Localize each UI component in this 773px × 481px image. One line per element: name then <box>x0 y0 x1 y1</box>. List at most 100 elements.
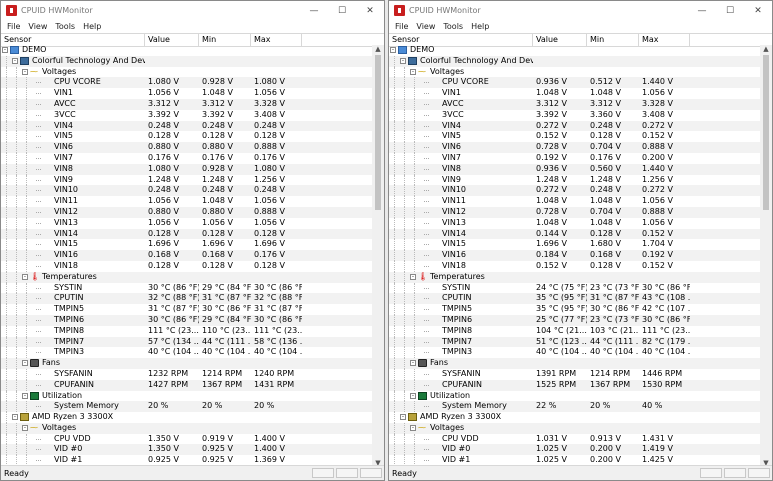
maximize-icon[interactable]: ☐ <box>716 1 744 20</box>
sensor-row[interactable]: VIN4 0.272 V 0.248 V 0.272 V <box>389 120 762 132</box>
menu-file[interactable]: File <box>391 22 412 31</box>
sensor-row[interactable]: TMPIN6 30 °C (86 °F) 29 °C (84 °F) 30 °C (8… <box>1 314 374 326</box>
minimize-icon[interactable]: — <box>300 1 328 20</box>
collapse-toggle-icon[interactable]: - <box>410 424 416 431</box>
sensor-row[interactable]: VIN16 0.184 V 0.168 V 0.192 V <box>389 250 762 261</box>
menu-tools[interactable]: Tools <box>51 22 79 31</box>
sensor-row[interactable]: VID #0 1.350 V 0.925 V 1.400 V <box>1 444 374 456</box>
sensor-row[interactable]: 3VCC 3.392 V 3.360 V 3.408 V <box>389 109 762 121</box>
tree-node[interactable]: - Fans <box>1 358 374 369</box>
collapse-toggle-icon[interactable]: - <box>400 57 406 64</box>
sensor-row[interactable]: VIN7 0.192 V 0.176 V 0.200 V <box>389 152 762 164</box>
menu-help[interactable]: Help <box>79 22 105 31</box>
menu-view[interactable]: View <box>24 22 51 31</box>
tree-node[interactable]: - DEMO <box>389 45 762 56</box>
sensor-row[interactable]: SYSTIN 30 °C (86 °F) 29 °C (84 °F) 30 °C (8… <box>1 282 374 294</box>
menu-file[interactable]: File <box>3 22 24 31</box>
scrollbar-thumb[interactable] <box>375 55 381 210</box>
menu-help[interactable]: Help <box>467 22 493 31</box>
sensor-row[interactable]: VIN10 0.272 V 0.248 V 0.272 V <box>389 185 762 197</box>
sensor-row[interactable]: VIN8 0.936 V 0.560 V 1.440 V <box>389 163 762 175</box>
collapse-toggle-icon[interactable]: - <box>22 392 28 399</box>
collapse-toggle-icon[interactable]: - <box>2 47 8 53</box>
sensor-row[interactable]: VIN7 0.176 V 0.176 V 0.176 V <box>1 152 374 164</box>
sensor-row[interactable]: SYSFANIN 1391 RPM 1214 RPM 1446 RPM <box>389 368 762 380</box>
tree-node[interactable]: - ⁓ Voltages <box>1 66 374 78</box>
tree-node[interactable]: - AMD Ryzen 3 3300X <box>389 412 762 423</box>
sensor-row[interactable]: VIN6 0.728 V 0.704 V 0.888 V <box>389 142 762 153</box>
close-icon[interactable]: ✕ <box>356 1 384 20</box>
sensor-row[interactable]: VIN6 0.880 V 0.880 V 0.888 V <box>1 142 374 153</box>
sensor-row[interactable]: 3VCC 3.392 V 3.392 V 3.408 V <box>1 109 374 121</box>
maximize-icon[interactable]: ☐ <box>328 1 356 20</box>
sensor-row[interactable]: VIN13 1.056 V 1.056 V 1.056 V <box>1 217 374 229</box>
sensor-row[interactable]: AVCC 3.312 V 3.312 V 3.328 V <box>389 98 762 110</box>
menu-view[interactable]: View <box>412 22 439 31</box>
collapse-toggle-icon[interactable]: - <box>400 414 406 421</box>
vertical-scrollbar[interactable]: ▲ ▼ <box>372 45 384 467</box>
sensor-row[interactable]: TMPIN8 104 °C (21... 103 °C (21... 111 °C (… <box>389 325 762 337</box>
minimize-icon[interactable]: — <box>688 1 716 20</box>
tree-node[interactable]: - Colorful Technology And Deve... <box>389 55 762 67</box>
sensor-row[interactable]: VIN5 0.128 V 0.128 V 0.128 V <box>1 131 374 143</box>
menu-tools[interactable]: Tools <box>439 22 467 31</box>
collapse-toggle-icon[interactable]: - <box>410 273 416 280</box>
collapse-toggle-icon[interactable]: - <box>410 360 416 367</box>
sensor-row[interactable]: CPU VCORE 0.936 V 0.512 V 1.440 V <box>389 77 762 89</box>
sensor-row[interactable]: TMPIN7 51 °C (123 ... 44 °C (111 ... 82 °C … <box>389 336 762 348</box>
title-bar[interactable]: CPUID HWMonitor — ☐ ✕ <box>389 1 772 20</box>
sensor-row[interactable]: VIN12 0.880 V 0.880 V 0.888 V <box>1 206 374 218</box>
sensor-row[interactable]: VIN15 1.696 V 1.680 V 1.704 V <box>389 239 762 251</box>
sensor-row[interactable]: CPUFANIN 1427 RPM 1367 RPM 1431 RPM <box>1 379 374 391</box>
sensor-row[interactable]: VID #0 1.025 V 0.200 V 1.419 V <box>389 444 762 456</box>
tree-node[interactable]: - ⁓ Voltages <box>1 422 374 434</box>
sensor-row[interactable]: TMPIN3 40 °C (104 ... 40 °C (104 ... 40 °C … <box>389 347 762 359</box>
sensor-row[interactable]: VIN12 0.728 V 0.704 V 0.888 V <box>389 206 762 218</box>
tree-node[interactable]: - DEMO <box>1 45 374 56</box>
sensor-row[interactable]: SYSFANIN 1232 RPM 1214 RPM 1240 RPM <box>1 368 374 380</box>
tree-node[interactable]: - Utilization <box>389 390 762 402</box>
sensor-row[interactable]: VIN1 1.056 V 1.048 V 1.056 V <box>1 88 374 99</box>
sensor-row[interactable]: VIN18 0.152 V 0.128 V 0.152 V <box>389 260 762 272</box>
tree-node[interactable]: - ⁓ Voltages <box>389 422 762 434</box>
tree-node[interactable]: - 🌡 Temperatures <box>1 271 374 283</box>
collapse-toggle-icon[interactable]: - <box>12 57 18 64</box>
close-icon[interactable]: ✕ <box>744 1 772 20</box>
sensor-row[interactable]: System Memory 20 % 20 % 20 % <box>1 401 374 413</box>
sensor-row[interactable]: TMPIN8 111 °C (23... 110 °C (23... 111 °C (… <box>1 325 374 337</box>
scrollbar-thumb[interactable] <box>763 55 769 210</box>
tree-node[interactable]: - AMD Ryzen 3 3300X <box>1 412 374 423</box>
collapse-toggle-icon[interactable]: - <box>390 47 396 53</box>
sensor-row[interactable]: System Memory 22 % 20 % 40 % <box>389 401 762 413</box>
sensor-row[interactable]: VIN16 0.168 V 0.168 V 0.176 V <box>1 250 374 261</box>
sensor-row[interactable]: VIN1 1.048 V 1.048 V 1.056 V <box>389 88 762 99</box>
sensor-row[interactable]: VIN9 1.248 V 1.248 V 1.256 V <box>389 174 762 186</box>
vertical-scrollbar[interactable]: ▲ ▼ <box>760 45 772 467</box>
sensor-row[interactable]: VIN5 0.152 V 0.128 V 0.152 V <box>389 131 762 143</box>
scroll-up-icon[interactable]: ▲ <box>760 45 772 53</box>
sensor-row[interactable]: TMPIN7 57 °C (134 ... 44 °C (111 ... 58 °C … <box>1 336 374 348</box>
sensor-row[interactable]: VIN14 0.144 V 0.128 V 0.152 V <box>389 228 762 240</box>
collapse-toggle-icon[interactable]: - <box>22 360 28 367</box>
collapse-toggle-icon[interactable]: - <box>410 68 416 75</box>
collapse-toggle-icon[interactable]: - <box>22 68 28 75</box>
sensor-row[interactable]: TMPIN5 35 °C (95 °F) 30 °C (86 °F) 42 °C (1… <box>389 304 762 315</box>
sensor-row[interactable]: VIN9 1.248 V 1.248 V 1.256 V <box>1 174 374 186</box>
tree-node[interactable]: - Utilization <box>1 390 374 402</box>
tree-node[interactable]: - Colorful Technology And Deve... <box>1 55 374 67</box>
sensor-row[interactable]: CPUTIN 35 °C (95 °F) 31 °C (87 °F) 43 °C (1… <box>389 293 762 305</box>
sensor-row[interactable]: SYSTIN 24 °C (75 °F) 23 °C (73 °F) 30 °C (8… <box>389 282 762 294</box>
collapse-toggle-icon[interactable]: - <box>410 392 416 399</box>
sensor-row[interactable]: CPUFANIN 1525 RPM 1367 RPM 1530 RPM <box>389 379 762 391</box>
title-bar[interactable]: CPUID HWMonitor — ☐ ✕ <box>1 1 384 20</box>
tree-node[interactable]: - Fans <box>389 358 762 369</box>
sensor-row[interactable]: TMPIN3 40 °C (104 ... 40 °C (104 ... 40 °C … <box>1 347 374 359</box>
sensor-row[interactable]: CPU VDD 1.031 V 0.913 V 1.431 V <box>389 433 762 445</box>
sensor-row[interactable]: VIN4 0.248 V 0.248 V 0.248 V <box>1 120 374 132</box>
sensor-row[interactable]: TMPIN5 31 °C (87 °F) 30 °C (86 °F) 31 °C (8… <box>1 304 374 315</box>
sensor-row[interactable]: VIN10 0.248 V 0.248 V 0.248 V <box>1 185 374 197</box>
scroll-up-icon[interactable]: ▲ <box>372 45 384 53</box>
sensor-row[interactable]: VIN8 1.080 V 0.928 V 1.080 V <box>1 163 374 175</box>
sensor-row[interactable]: VIN14 0.128 V 0.128 V 0.128 V <box>1 228 374 240</box>
sensor-row[interactable]: VIN13 1.048 V 1.048 V 1.056 V <box>389 217 762 229</box>
